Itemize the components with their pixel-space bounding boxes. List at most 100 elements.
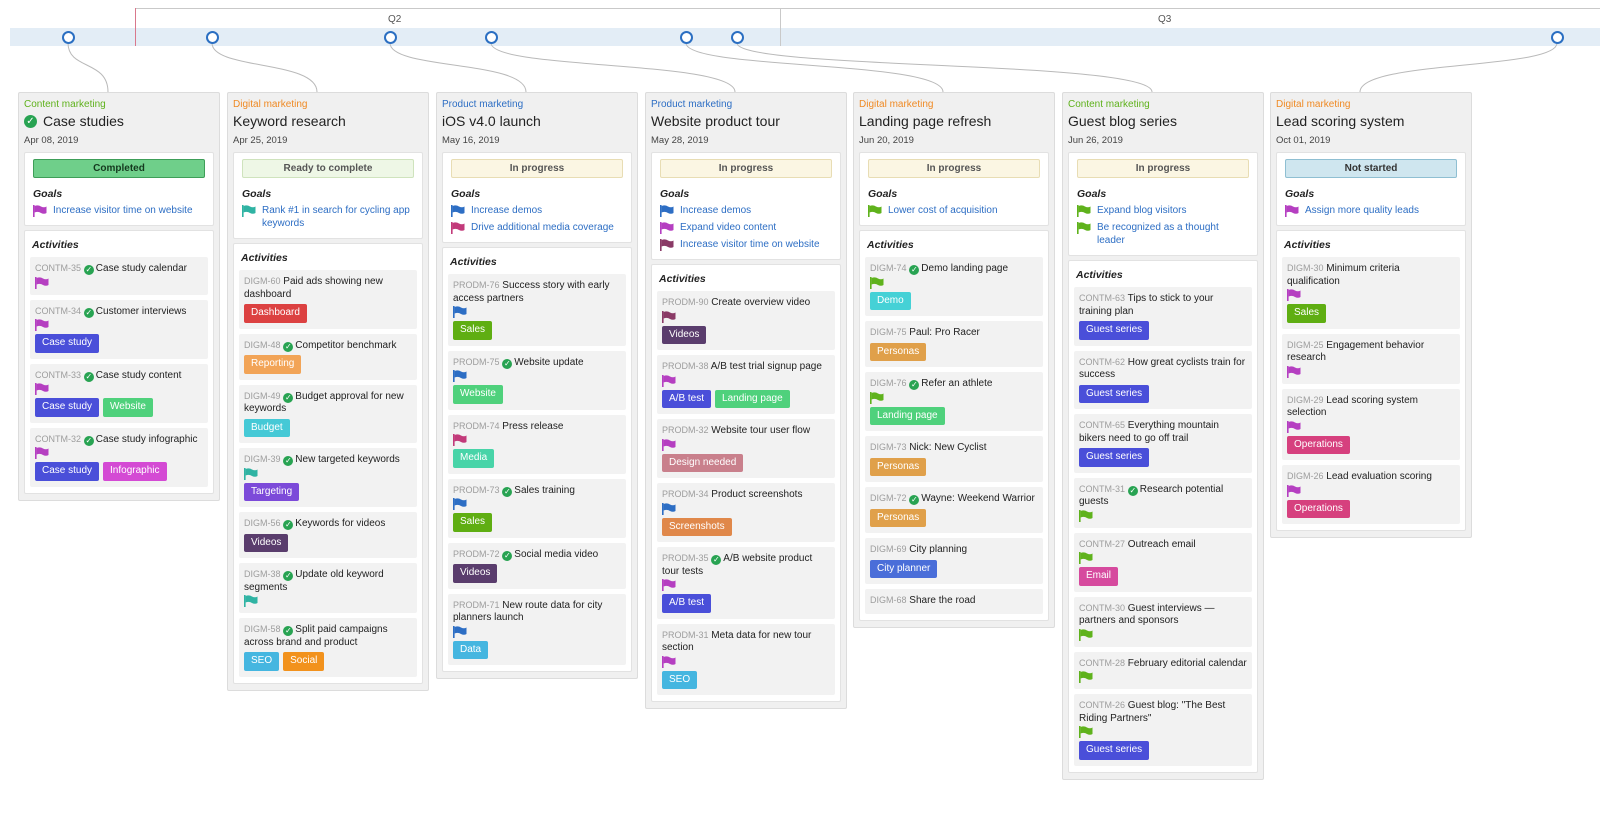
milestone-marker[interactable] [485, 31, 498, 44]
roadmap-column[interactable]: Digital marketing Landing page refresh Jun… [853, 92, 1055, 628]
label-tag[interactable]: Sales [453, 321, 493, 340]
label-tag[interactable]: Guest series [1079, 321, 1150, 340]
activity-card[interactable]: CONTM-26 Guest blog: "The Best Riding Pa… [1074, 694, 1252, 766]
goal-item[interactable]: Lower cost of acquisition [868, 204, 1040, 217]
goal-link[interactable]: Lower cost of acquisition [888, 204, 998, 217]
milestone-marker[interactable] [62, 31, 75, 44]
goal-item[interactable]: Assign more quality leads [1285, 204, 1457, 217]
label-tag[interactable]: Case study [35, 462, 100, 481]
label-tag[interactable]: Sales [453, 513, 493, 532]
status-badge[interactable]: In progress [660, 159, 832, 178]
activity-card[interactable]: PRODM-35 ✓ A/B website product tour tests… [657, 547, 835, 619]
column-title[interactable]: Lead scoring system [1276, 113, 1466, 129]
label-tag[interactable]: A/B test [662, 389, 712, 408]
label-tag[interactable]: Social [283, 652, 325, 671]
status-badge[interactable]: In progress [451, 159, 623, 178]
activity-card[interactable]: CONTM-65 Everything mountain bikers need… [1074, 414, 1252, 473]
column-title[interactable]: Landing page refresh [859, 113, 1049, 129]
activity-card[interactable]: DIGM-68 Share the road [865, 589, 1043, 614]
label-tag[interactable]: Website [453, 385, 503, 404]
label-tag[interactable]: Media [453, 449, 495, 468]
label-tag[interactable]: Sales [1287, 304, 1327, 323]
activity-card[interactable]: DIGM-75 Paul: Pro Racer Personas [865, 321, 1043, 367]
column-title[interactable]: iOS v4.0 launch [442, 113, 632, 129]
label-tag[interactable]: Website [103, 398, 153, 417]
label-tag[interactable]: Targeting [244, 482, 300, 501]
milestone-marker[interactable] [731, 31, 744, 44]
activity-card[interactable]: PRODM-71 New route data for city planner… [448, 593, 626, 665]
goal-link[interactable]: Rank #1 in search for cycling app keywor… [262, 204, 414, 230]
activity-card[interactable]: DIGM-69 City planning City planner [865, 538, 1043, 584]
activity-card[interactable]: PRODM-72 ✓ Social media video Videos [448, 542, 626, 589]
activity-card[interactable]: DIGM-30 Minimum criteria qualification Sa… [1282, 257, 1460, 329]
label-tag[interactable]: Guest series [1079, 384, 1150, 403]
roadmap-column[interactable]: Product marketing Website product tour May… [645, 92, 847, 709]
activity-card[interactable]: DIGM-38 ✓ Update old keyword segments [239, 563, 417, 613]
label-tag[interactable]: Demo [870, 291, 911, 310]
goal-link[interactable]: Increase demos [680, 204, 751, 217]
activity-card[interactable]: CONTM-33 ✓ Case study content Case study We… [30, 363, 208, 423]
activity-card[interactable]: PRODM-73 ✓ Sales training Sales [448, 478, 626, 538]
activity-card[interactable]: CONTM-27 Outreach email Email [1074, 532, 1252, 592]
status-badge[interactable]: In progress [868, 159, 1040, 178]
roadmap-column[interactable]: Digital marketing Lead scoring system Oct … [1270, 92, 1472, 538]
label-tag[interactable]: Case study [35, 334, 100, 353]
activity-card[interactable]: PRODM-76 Success story with early access… [448, 274, 626, 346]
roadmap-column[interactable]: Product marketing iOS v4.0 launch May 16, … [436, 92, 638, 679]
goal-item[interactable]: Increase visitor time on website [33, 204, 205, 217]
label-tag[interactable]: Email [1079, 567, 1119, 586]
label-tag[interactable]: Guest series [1079, 448, 1150, 467]
column-title[interactable]: Guest blog series [1068, 113, 1258, 129]
label-tag[interactable]: A/B test [662, 594, 712, 613]
label-tag[interactable]: Personas [870, 508, 927, 527]
goal-link[interactable]: Expand video content [680, 221, 776, 234]
column-title[interactable]: Website product tour [651, 113, 841, 129]
activity-card[interactable]: DIGM-58 ✓ Split paid campaigns across bra… [239, 618, 417, 677]
activity-card[interactable]: PRODM-31 Meta data for new tour section S… [657, 623, 835, 695]
goal-link[interactable]: Expand blog visitors [1097, 204, 1187, 217]
activity-card[interactable]: CONTM-63 Tips to stick to your training … [1074, 287, 1252, 346]
label-tag[interactable]: Videos [662, 325, 707, 344]
activity-card[interactable]: CONTM-34 ✓ Customer interviews Case study [30, 299, 208, 359]
label-tag[interactable]: Dashboard [244, 304, 307, 323]
activity-card[interactable]: PRODM-38 A/B test trial signup page A/B t… [657, 355, 835, 414]
label-tag[interactable]: Budget [244, 418, 290, 437]
goal-link[interactable]: Increase visitor time on website [680, 238, 820, 251]
activity-card[interactable]: PRODM-34 Product screenshots Screenshots [657, 483, 835, 542]
activity-card[interactable]: DIGM-48 ✓ Competitor benchmark Reporting [239, 333, 417, 380]
activity-card[interactable]: PRODM-74 Press release Media [448, 414, 626, 474]
goal-link[interactable]: Be recognized as a thought leader [1097, 221, 1249, 247]
label-tag[interactable]: Screenshots [662, 517, 732, 536]
activity-card[interactable]: DIGM-76 ✓ Refer an athlete Landing page [865, 372, 1043, 431]
activity-card[interactable]: CONTM-32 ✓ Case study infographic Case stu… [30, 427, 208, 487]
status-badge[interactable]: Not started [1285, 159, 1457, 178]
milestone-marker[interactable] [206, 31, 219, 44]
activity-card[interactable]: CONTM-28 February editorial calendar [1074, 651, 1252, 689]
label-tag[interactable]: Landing page [715, 389, 790, 408]
activity-card[interactable]: DIGM-72 ✓ Wayne: Weekend Warrior Personas [865, 487, 1043, 533]
goal-item[interactable]: Be recognized as a thought leader [1077, 221, 1249, 247]
goal-item[interactable]: Rank #1 in search for cycling app keywor… [242, 204, 414, 230]
goal-item[interactable]: Drive additional media coverage [451, 221, 623, 234]
status-badge[interactable]: In progress [1077, 159, 1249, 178]
activity-card[interactable]: DIGM-29 Lead scoring system selection Ope… [1282, 388, 1460, 460]
label-tag[interactable]: Infographic [103, 462, 167, 481]
milestone-marker[interactable] [680, 31, 693, 44]
status-badge[interactable]: Completed [33, 159, 205, 178]
activity-card[interactable]: CONTM-35 ✓ Case study calendar [30, 257, 208, 295]
activity-card[interactable]: DIGM-56 ✓ Keywords for videos Videos [239, 512, 417, 558]
activity-card[interactable]: DIGM-25 Engagement behavior research [1282, 333, 1460, 384]
goal-item[interactable]: Increase demos [660, 204, 832, 217]
goal-link[interactable]: Drive additional media coverage [471, 221, 614, 234]
milestone-marker[interactable] [384, 31, 397, 44]
label-tag[interactable]: Data [453, 640, 489, 659]
label-tag[interactable]: Design needed [662, 453, 744, 472]
label-tag[interactable]: SEO [662, 670, 698, 689]
activity-card[interactable]: CONTM-30 Guest interviews — partners and… [1074, 596, 1252, 647]
label-tag[interactable]: Operations [1287, 435, 1350, 454]
label-tag[interactable]: Videos [453, 564, 498, 583]
column-title[interactable]: Keyword research [233, 113, 423, 129]
goal-item[interactable]: Expand video content [660, 221, 832, 234]
roadmap-column[interactable]: Content marketing ✓ Case studies Apr 08, 20… [18, 92, 220, 501]
label-tag[interactable]: Guest series [1079, 741, 1150, 760]
